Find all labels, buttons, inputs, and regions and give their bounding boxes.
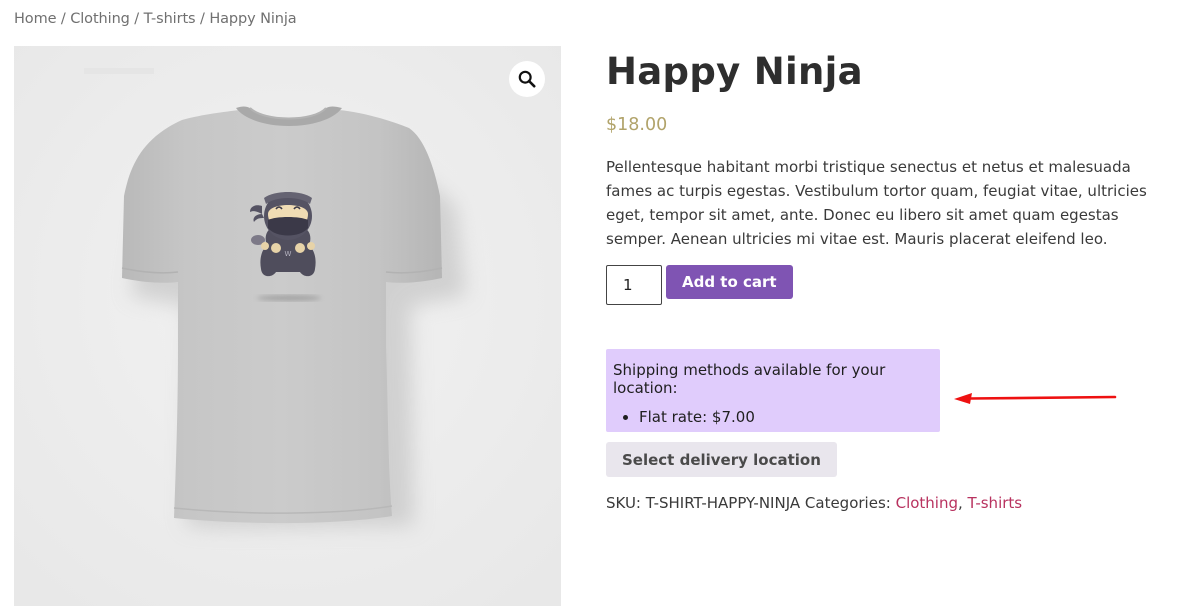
category-link-clothing[interactable]: Clothing xyxy=(896,494,958,512)
breadcrumb-separator: / xyxy=(195,11,210,27)
select-delivery-location-button[interactable]: Select delivery location xyxy=(606,442,837,477)
ninja-shadow xyxy=(257,295,321,301)
zoom-button[interactable] xyxy=(509,61,545,97)
product-price: $18.00 xyxy=(606,115,668,135)
categories-label: Categories: xyxy=(804,494,891,512)
quantity-input[interactable] xyxy=(606,265,662,305)
product-image[interactable]: W xyxy=(14,46,561,606)
add-to-cart-form: Add to cart xyxy=(606,265,793,305)
product-meta: SKU: T-SHIRT-HAPPY-NINJA Categories: Clo… xyxy=(606,494,1022,512)
shipping-method-item: Flat rate: $7.00 xyxy=(639,406,940,428)
shipping-heading: Shipping methods available for your loca… xyxy=(613,361,886,397)
breadcrumb-separator: / xyxy=(129,11,144,27)
sku-value: T-SHIRT-HAPPY-NINJA xyxy=(645,494,801,512)
svg-text:W: W xyxy=(285,250,292,258)
category-link-tshirts[interactable]: T-shirts xyxy=(968,494,1023,512)
breadcrumb-home[interactable]: Home xyxy=(14,11,57,27)
add-to-cart-button[interactable]: Add to cart xyxy=(666,265,793,299)
sku-label: SKU: xyxy=(606,494,641,512)
breadcrumb: Home / Clothing / T-shirts / Happy Ninja xyxy=(14,11,297,27)
product-description: Pellentesque habitant morbi tristique se… xyxy=(606,158,1147,248)
product-title: Happy Ninja xyxy=(606,50,863,93)
product-gallery[interactable]: W xyxy=(14,46,561,606)
breadcrumb-current: Happy Ninja xyxy=(209,11,297,27)
shipping-methods-notice: Shipping methods available for your loca… xyxy=(606,349,940,432)
breadcrumb-clothing[interactable]: Clothing xyxy=(70,11,130,27)
category-separator: , xyxy=(958,494,968,512)
shipping-methods-list: Flat rate: $7.00 xyxy=(613,406,940,428)
magnifier-icon xyxy=(518,70,536,88)
annotation-arrow-icon xyxy=(954,393,1117,404)
breadcrumb-separator: / xyxy=(56,11,71,27)
breadcrumb-tshirts[interactable]: T-shirts xyxy=(144,11,196,27)
